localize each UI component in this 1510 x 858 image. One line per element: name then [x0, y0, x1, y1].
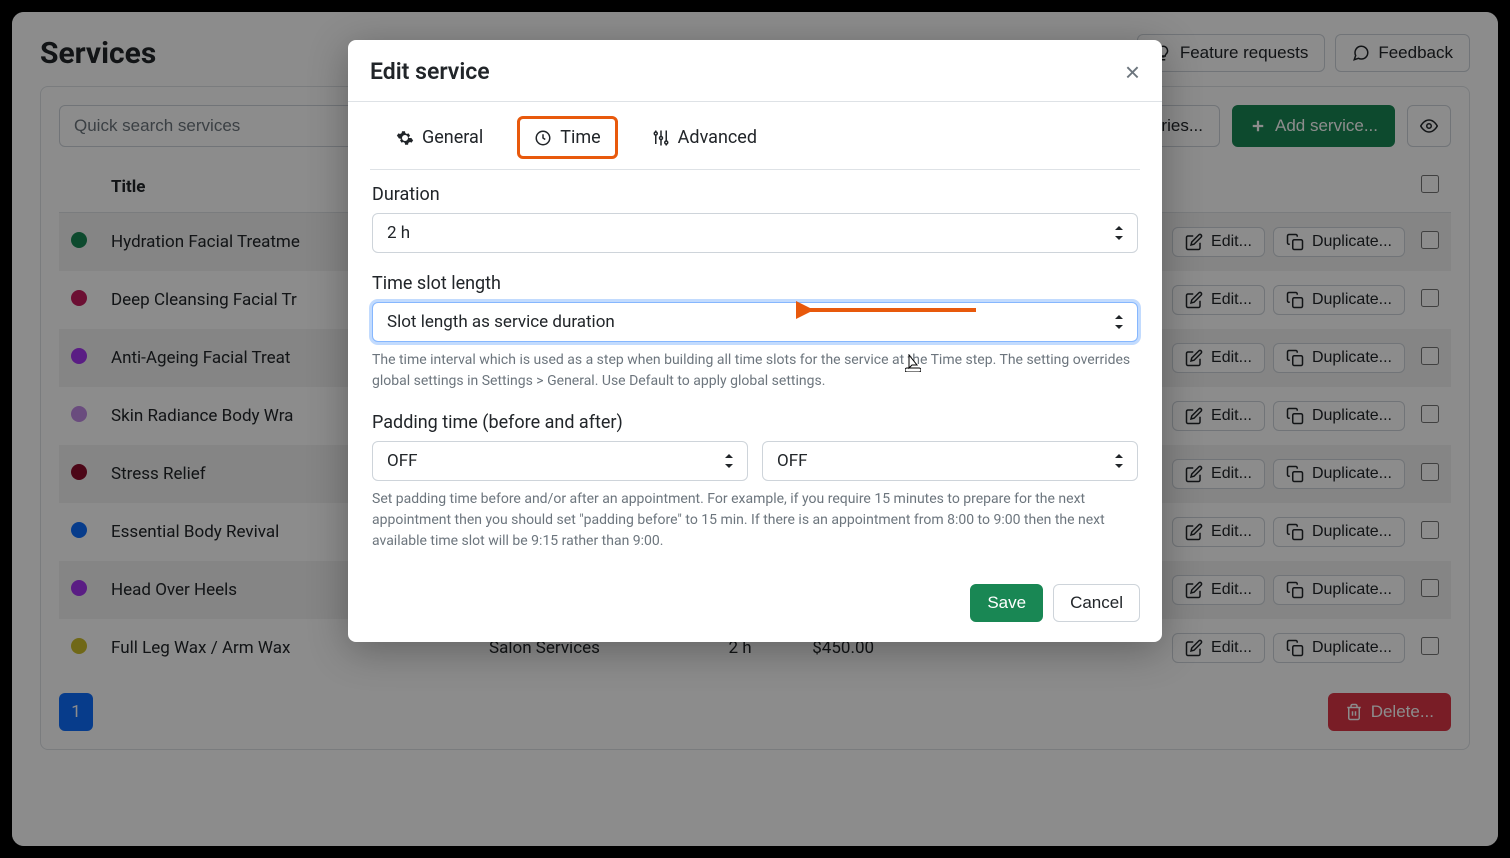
clock-icon [534, 129, 552, 147]
gear-icon [396, 129, 414, 147]
tab-general[interactable]: General [382, 116, 497, 159]
time-slot-help: The time interval which is used as a ste… [372, 350, 1138, 392]
edit-service-modal: Edit service × General Time Advanced [348, 40, 1162, 642]
save-button[interactable]: Save [970, 584, 1043, 622]
padding-after-select[interactable]: OFF [762, 441, 1138, 481]
tab-time[interactable]: Time [517, 116, 617, 159]
modal-title: Edit service [370, 58, 490, 85]
duration-label: Duration [372, 184, 1138, 205]
time-slot-select[interactable]: Slot length as service duration [372, 302, 1138, 342]
padding-label: Padding time (before and after) [372, 412, 1138, 433]
padding-help: Set padding time before and/or after an … [372, 489, 1138, 552]
sliders-icon [652, 129, 670, 147]
cancel-button[interactable]: Cancel [1053, 584, 1140, 622]
padding-before-select[interactable]: OFF [372, 441, 748, 481]
time-slot-label: Time slot length [372, 273, 1138, 294]
tab-advanced[interactable]: Advanced [638, 116, 771, 159]
duration-select[interactable]: 2 h [372, 213, 1138, 253]
close-icon[interactable]: × [1125, 59, 1140, 85]
